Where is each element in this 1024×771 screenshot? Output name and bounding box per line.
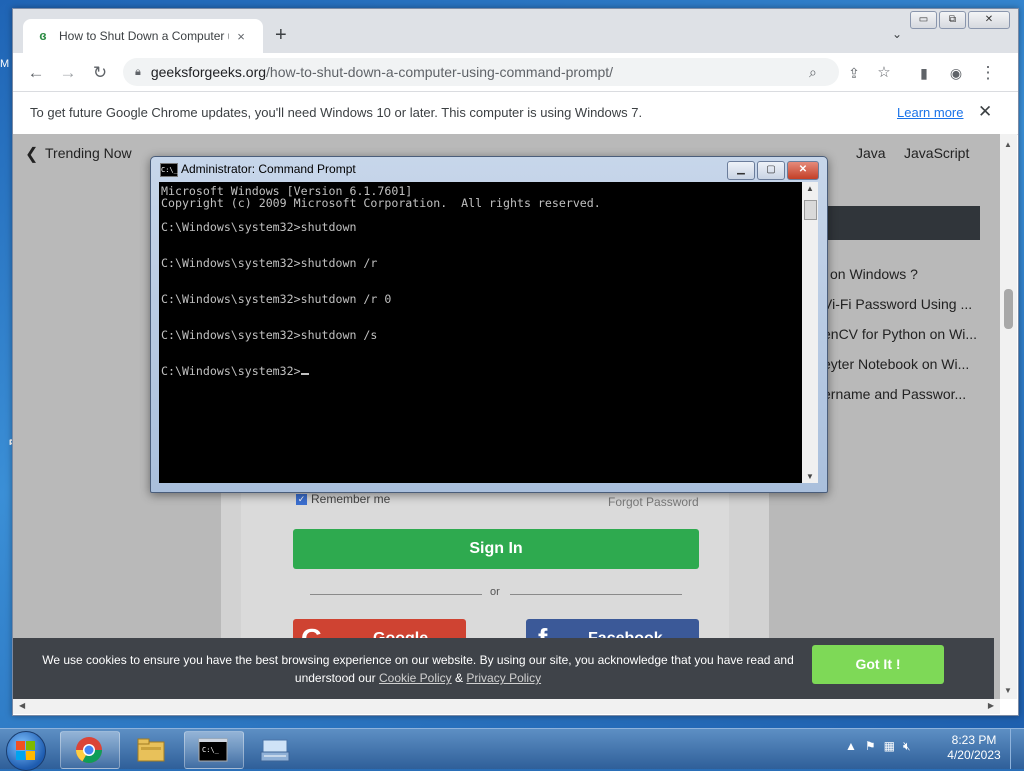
cmd-title: Administrator: Command Prompt bbox=[181, 162, 356, 176]
taskbar-keyboard[interactable] bbox=[246, 731, 306, 769]
infobar-message: To get future Google Chrome updates, you… bbox=[30, 105, 643, 120]
clock-date: 4/20/2023 bbox=[947, 748, 1001, 762]
cmd-icon: C:\_ bbox=[160, 163, 178, 177]
cookie-banner: We use cookies to ensure you have the be… bbox=[13, 638, 994, 699]
share-icon[interactable]: ⇪ bbox=[843, 62, 865, 84]
side-panel-icon[interactable]: ▮ bbox=[913, 62, 935, 84]
remember-label: Remember me bbox=[311, 492, 391, 506]
category-java[interactable]: Java bbox=[856, 145, 886, 161]
taskbar-cmd[interactable]: C:\_ bbox=[184, 731, 244, 769]
clock-time: 8:23 PM bbox=[951, 733, 997, 747]
gfg-icon: ɞ bbox=[39, 28, 47, 43]
privacy-policy-link[interactable]: Privacy Policy bbox=[466, 671, 541, 685]
browser-toolbar: ← → ↻ 🔒︎ geeksforgeeks.org/how-to-shut-d… bbox=[13, 53, 1018, 91]
related-item[interactable]: Vi-Fi Password Using ... bbox=[823, 296, 980, 312]
cookie-message: We use cookies to ensure you have the be… bbox=[33, 651, 803, 687]
lock-icon[interactable]: 🔒︎ bbox=[135, 66, 141, 79]
chrome-icon bbox=[75, 737, 103, 764]
clock[interactable]: 8:23 PM 4/20/2023 bbox=[947, 733, 1001, 763]
folder-icon bbox=[137, 738, 165, 762]
forgot-password-link[interactable]: Forgot Password bbox=[608, 495, 699, 509]
volume-muted-icon[interactable]: 🔇︎ bbox=[903, 739, 911, 754]
window-controls: ▭ ⧉ ✕ bbox=[910, 11, 1010, 29]
related-item[interactable]: eyter Notebook on Wi... bbox=[823, 356, 980, 372]
zoom-search-icon[interactable]: ⌕ bbox=[809, 64, 817, 81]
tab-strip: ɞ How to Shut Down a Computer u × + ⌄ ▭ … bbox=[13, 9, 1018, 53]
action-center-flag-icon[interactable]: ⚑ bbox=[865, 739, 876, 754]
address-bar[interactable]: 🔒︎ geeksforgeeks.org/how-to-shut-down-a-… bbox=[123, 58, 839, 86]
cmd-maximize-button[interactable]: ▢ bbox=[757, 161, 785, 180]
new-tab-button[interactable]: + bbox=[275, 25, 287, 45]
windows-logo-icon bbox=[16, 741, 36, 761]
on-screen-keyboard-icon bbox=[260, 739, 290, 762]
tab-close-icon[interactable]: × bbox=[233, 29, 249, 44]
scroll-down-arrow-icon[interactable]: ▼ bbox=[1004, 686, 1012, 695]
divider bbox=[510, 594, 682, 595]
back-button[interactable]: ← bbox=[25, 62, 47, 84]
trending-left-arrow-icon[interactable]: ❮ bbox=[25, 144, 38, 164]
show-desktop-button[interactable] bbox=[1010, 729, 1024, 769]
sign-in-button[interactable]: Sign In bbox=[293, 529, 699, 569]
divider bbox=[310, 594, 482, 595]
related-item[interactable]: ername and Passwor... bbox=[823, 386, 980, 402]
scroll-up-arrow-icon[interactable]: ▲ bbox=[1004, 140, 1012, 149]
minimize-button[interactable]: ▭ bbox=[910, 11, 937, 29]
network-icon[interactable]: ▦ bbox=[884, 739, 895, 754]
tab-search-chevron-icon[interactable]: ⌄ bbox=[892, 27, 902, 41]
forward-button[interactable]: → bbox=[57, 62, 79, 84]
cmd-scroll-up-icon[interactable]: ▲ bbox=[806, 184, 814, 193]
cmd-minimize-button[interactable]: ▁ bbox=[727, 161, 755, 180]
remember-me[interactable]: ✓ Remember me bbox=[296, 492, 390, 506]
taskbar: C:\_ ▲ ⚑ ▦ 🔇︎ 8:23 PM 4/20/2023 bbox=[0, 728, 1024, 771]
svg-text:C:\_: C:\_ bbox=[202, 746, 220, 754]
scroll-right-arrow-icon[interactable]: ▶ bbox=[988, 701, 994, 710]
cmd-titlebar[interactable]: C:\_ Administrator: Command Prompt ▁ ▢ ✕ bbox=[151, 157, 827, 183]
url-path: /how-to-shut-down-a-computer-using-comma… bbox=[266, 64, 614, 80]
tab-title: How to Shut Down a Computer u bbox=[59, 29, 229, 43]
url-host: geeksforgeeks.org bbox=[150, 64, 267, 80]
close-button[interactable]: ✕ bbox=[968, 11, 1010, 29]
cmd-taskbar-icon: C:\_ bbox=[198, 738, 228, 762]
remember-checkbox[interactable]: ✓ bbox=[296, 493, 307, 505]
got-it-button[interactable]: Got It ! bbox=[812, 645, 944, 684]
update-infobar: To get future Google Chrome updates, you… bbox=[13, 91, 1018, 135]
cookie-amp: & bbox=[455, 671, 464, 685]
cmd-console[interactable]: Microsoft Windows [Version 6.1.7601] Cop… bbox=[159, 182, 802, 483]
taskbar-explorer[interactable] bbox=[122, 731, 182, 769]
cmd-window-controls: ▁ ▢ ✕ bbox=[727, 161, 819, 180]
cmd-close-button[interactable]: ✕ bbox=[787, 161, 819, 180]
or-separator: or bbox=[490, 586, 500, 598]
cmd-scrollbar[interactable]: ▲ ▼ bbox=[802, 182, 818, 483]
vertical-scrollbar[interactable]: ▲ ▼ bbox=[1000, 134, 1017, 699]
related-item[interactable]: enCV for Python on Wi... bbox=[823, 326, 980, 342]
desktop-icon-label: M bbox=[0, 58, 10, 70]
console-output: Microsoft Windows [Version 6.1.7601] Cop… bbox=[161, 184, 601, 378]
start-button[interactable] bbox=[6, 731, 46, 771]
trending-now-label: Trending Now bbox=[45, 145, 132, 161]
reload-button[interactable]: ↻ bbox=[89, 62, 111, 84]
command-prompt-window: C:\_ Administrator: Command Prompt ▁ ▢ ✕… bbox=[150, 156, 828, 493]
infobar-close-icon[interactable]: ✕ bbox=[978, 102, 992, 122]
scroll-thumb[interactable] bbox=[1004, 289, 1013, 329]
bookmark-star-icon[interactable]: ☆ bbox=[873, 62, 895, 84]
cmd-scroll-thumb[interactable] bbox=[804, 200, 817, 220]
taskbar-chrome[interactable] bbox=[60, 731, 120, 769]
related-item[interactable]: on Windows ? bbox=[830, 266, 987, 282]
restore-button[interactable]: ⧉ bbox=[939, 11, 966, 29]
menu-kebab-icon[interactable]: ⋮ bbox=[977, 62, 999, 84]
cookie-policy-link[interactable]: Cookie Policy bbox=[379, 671, 452, 685]
horizontal-scrollbar[interactable]: ◀ ▶ bbox=[13, 699, 1000, 714]
text-cursor bbox=[300, 373, 309, 375]
browser-tab[interactable]: ɞ How to Shut Down a Computer u × bbox=[23, 19, 263, 53]
category-javascript[interactable]: JavaScript bbox=[904, 145, 969, 161]
learn-more-link[interactable]: Learn more bbox=[897, 105, 963, 120]
system-tray: ▲ ⚑ ▦ 🔇︎ bbox=[845, 739, 911, 754]
cmd-scroll-down-icon[interactable]: ▼ bbox=[806, 472, 814, 481]
related-header bbox=[813, 206, 980, 240]
scroll-left-arrow-icon[interactable]: ◀ bbox=[19, 701, 25, 710]
show-hidden-icons-icon[interactable]: ▲ bbox=[845, 739, 857, 754]
profile-avatar-icon[interactable]: ◉ bbox=[945, 62, 967, 84]
url-text: geeksforgeeks.org/how-to-shut-down-a-com… bbox=[151, 64, 613, 80]
